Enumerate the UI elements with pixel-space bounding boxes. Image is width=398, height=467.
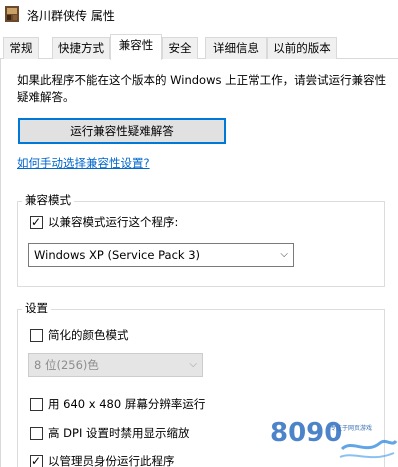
run-as-admin-label: 以管理员身份运行此程序 (48, 454, 175, 467)
tab-strip: 常规 快捷方式 兼容性 安全 详细信息 以前的版本 (0, 34, 398, 60)
os-version-value: Windows XP (Service Pack 3) (34, 248, 201, 262)
tab-previous-versions[interactable]: 以前的版本 (267, 37, 337, 59)
color-depth-select: 8 位(256)色 ⌵ (28, 353, 203, 377)
high-dpi-checkbox[interactable] (30, 427, 43, 440)
compat-mode-group-label: 兼容模式 (22, 192, 74, 208)
watermark-logo-icon: 8090 (270, 418, 398, 459)
res-640-row[interactable]: 用 640 x 480 屏幕分辨率运行 (30, 396, 270, 412)
chevron-down-icon: ⌵ (189, 359, 197, 370)
window-title: 洛川群侠传 属性 (27, 9, 115, 23)
reduced-color-row[interactable]: 简化的颜色模式 (30, 327, 230, 343)
checkmark-icon: ✓ (31, 454, 42, 467)
settings-group-label: 设置 (22, 300, 51, 316)
manual-settings-link[interactable]: 如何手动选择兼容性设置? (17, 155, 150, 171)
watermark-logo: 8090 专注于网页游戏 (270, 405, 398, 467)
compat-mode-label: 以兼容模式运行这个程序: (48, 215, 179, 229)
tab-compatibility[interactable]: 兼容性 (110, 34, 162, 60)
title-bar[interactable]: 洛川群侠传 属性 (0, 0, 398, 30)
compat-intro-text: 如果此程序不能在这个版本的 Windows 上正常工作，请尝试运行兼容性疑难解答… (17, 73, 387, 104)
tab-details[interactable]: 详细信息 (205, 37, 267, 59)
res-640-label: 用 640 x 480 屏幕分辨率运行 (48, 397, 206, 411)
tab-security[interactable]: 安全 (162, 37, 198, 59)
run-as-admin-row[interactable]: ✓ 以管理员身份运行此程序 (30, 453, 270, 467)
reduced-color-label: 简化的颜色模式 (48, 328, 129, 342)
run-troubleshooter-button[interactable]: 运行兼容性疑难解答 (18, 118, 226, 144)
watermark-tagline: 专注于网页游戏 (330, 425, 373, 432)
run-as-admin-checkbox[interactable]: ✓ (30, 454, 43, 467)
chevron-down-icon: ⌵ (280, 249, 288, 260)
high-dpi-label: 高 DPI 设置时禁用显示缩放 (48, 426, 190, 440)
tab-shortcut[interactable]: 快捷方式 (52, 37, 110, 59)
checkmark-icon: ✓ (31, 215, 42, 229)
res-640-checkbox[interactable] (30, 398, 43, 411)
reduced-color-checkbox[interactable] (30, 329, 43, 342)
tab-general[interactable]: 常规 (3, 37, 39, 59)
high-dpi-row[interactable]: 高 DPI 设置时禁用显示缩放 (30, 425, 270, 441)
compat-mode-checkbox-row[interactable]: ✓ 以兼容模式运行这个程序: (30, 214, 270, 230)
color-depth-value: 8 位(256)色 (34, 358, 99, 372)
app-icon (5, 6, 19, 22)
compat-mode-checkbox[interactable]: ✓ (30, 215, 43, 229)
os-version-select[interactable]: Windows XP (Service Pack 3) ⌵ (28, 243, 294, 267)
